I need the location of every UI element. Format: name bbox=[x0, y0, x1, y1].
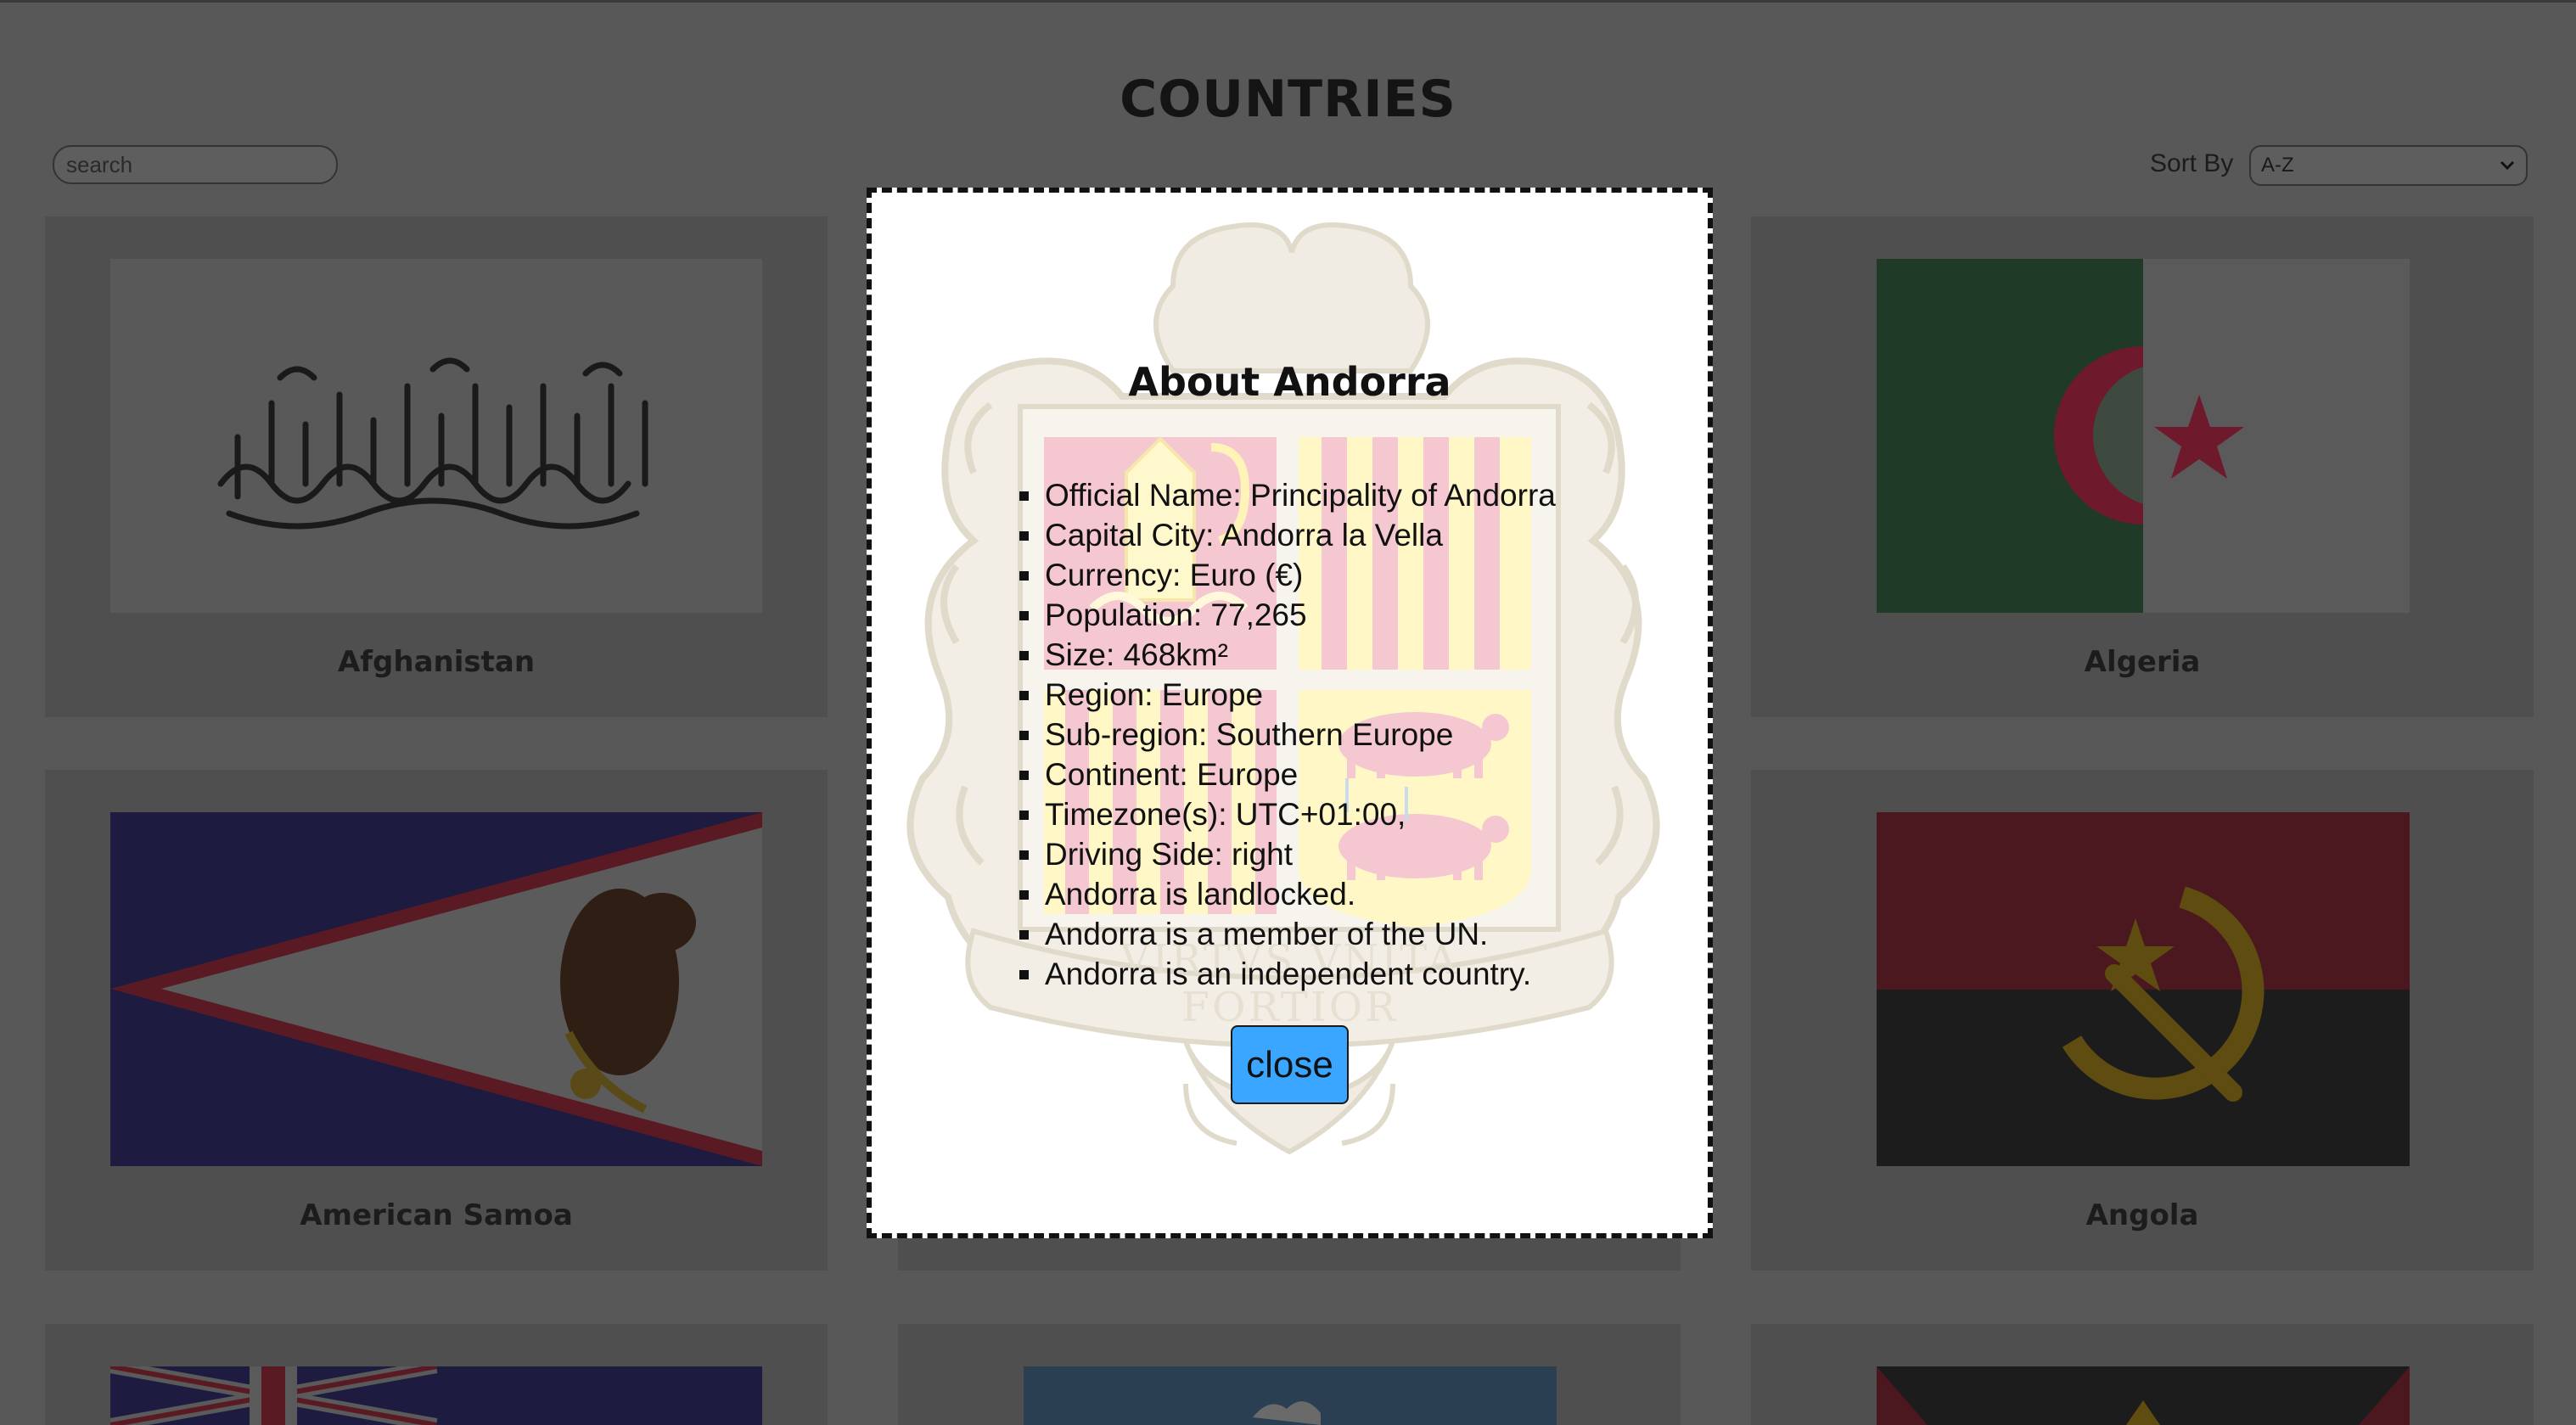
modal-title: About Andorra bbox=[1128, 359, 1451, 405]
algeria-flag-image bbox=[1877, 259, 2410, 613]
flag-image bbox=[1877, 1366, 2410, 1425]
fact-capital-city: Capital City: Andorra la Vella bbox=[1019, 515, 1556, 555]
sort-select[interactable]: A-Z bbox=[2249, 145, 2528, 186]
country-card-row3-right[interactable] bbox=[1751, 1324, 2534, 1425]
country-card-angola[interactable]: Angola bbox=[1751, 770, 2534, 1271]
fact-un-member: Andorra is a member of the UN. bbox=[1019, 914, 1556, 954]
sort-label: Sort By bbox=[2150, 149, 2234, 177]
country-card-row3-middle[interactable] bbox=[898, 1324, 1681, 1425]
angola-flag-image bbox=[1877, 812, 2410, 1166]
flag-image bbox=[1024, 1366, 1557, 1425]
fact-currency: Currency: Euro (€) bbox=[1019, 555, 1556, 595]
fact-timezones: Timezone(s): UTC+01:00, bbox=[1019, 794, 1556, 834]
afghanistan-flag-image bbox=[110, 259, 762, 613]
page-title: COUNTRIES bbox=[1120, 70, 1456, 130]
country-card-row3-left[interactable] bbox=[45, 1324, 828, 1425]
country-name: American Samoa bbox=[300, 1198, 573, 1232]
fact-driving-side: Driving Side: right bbox=[1019, 834, 1556, 874]
country-card-afghanistan[interactable]: Afghanistan bbox=[45, 216, 828, 717]
chevron-down-icon bbox=[2499, 154, 2516, 177]
country-card-algeria[interactable]: Algeria bbox=[1751, 216, 2534, 717]
search-input[interactable] bbox=[53, 145, 338, 184]
country-card-american-samoa[interactable]: American Samoa bbox=[45, 770, 828, 1271]
fact-size: Size: 468km² bbox=[1019, 635, 1556, 675]
flag-image bbox=[110, 1366, 762, 1425]
fact-population: Population: 77,265 bbox=[1019, 595, 1556, 635]
close-button[interactable]: close bbox=[1231, 1025, 1349, 1104]
american-samoa-flag-image bbox=[110, 812, 762, 1166]
fact-landlocked: Andorra is landlocked. bbox=[1019, 874, 1556, 914]
sort-select-value: A-Z bbox=[2261, 154, 2294, 177]
fact-official-name: Official Name: Principality of Andorra bbox=[1019, 475, 1556, 515]
country-info-modal: VIRTVS VNITA FORTIOR About Andorra Offic… bbox=[867, 188, 1713, 1238]
fact-sub-region: Sub-region: Southern Europe bbox=[1019, 715, 1556, 755]
window-top-edge bbox=[0, 0, 2576, 3]
country-name: Angola bbox=[2085, 1198, 2199, 1232]
country-name: Algeria bbox=[2084, 645, 2201, 679]
fact-continent: Continent: Europe bbox=[1019, 755, 1556, 794]
fact-independent: Andorra is an independent country. bbox=[1019, 954, 1556, 994]
country-facts-list: Official Name: Principality of Andorra C… bbox=[1019, 475, 1556, 994]
fact-region: Region: Europe bbox=[1019, 675, 1556, 715]
country-name: Afghanistan bbox=[337, 645, 536, 679]
